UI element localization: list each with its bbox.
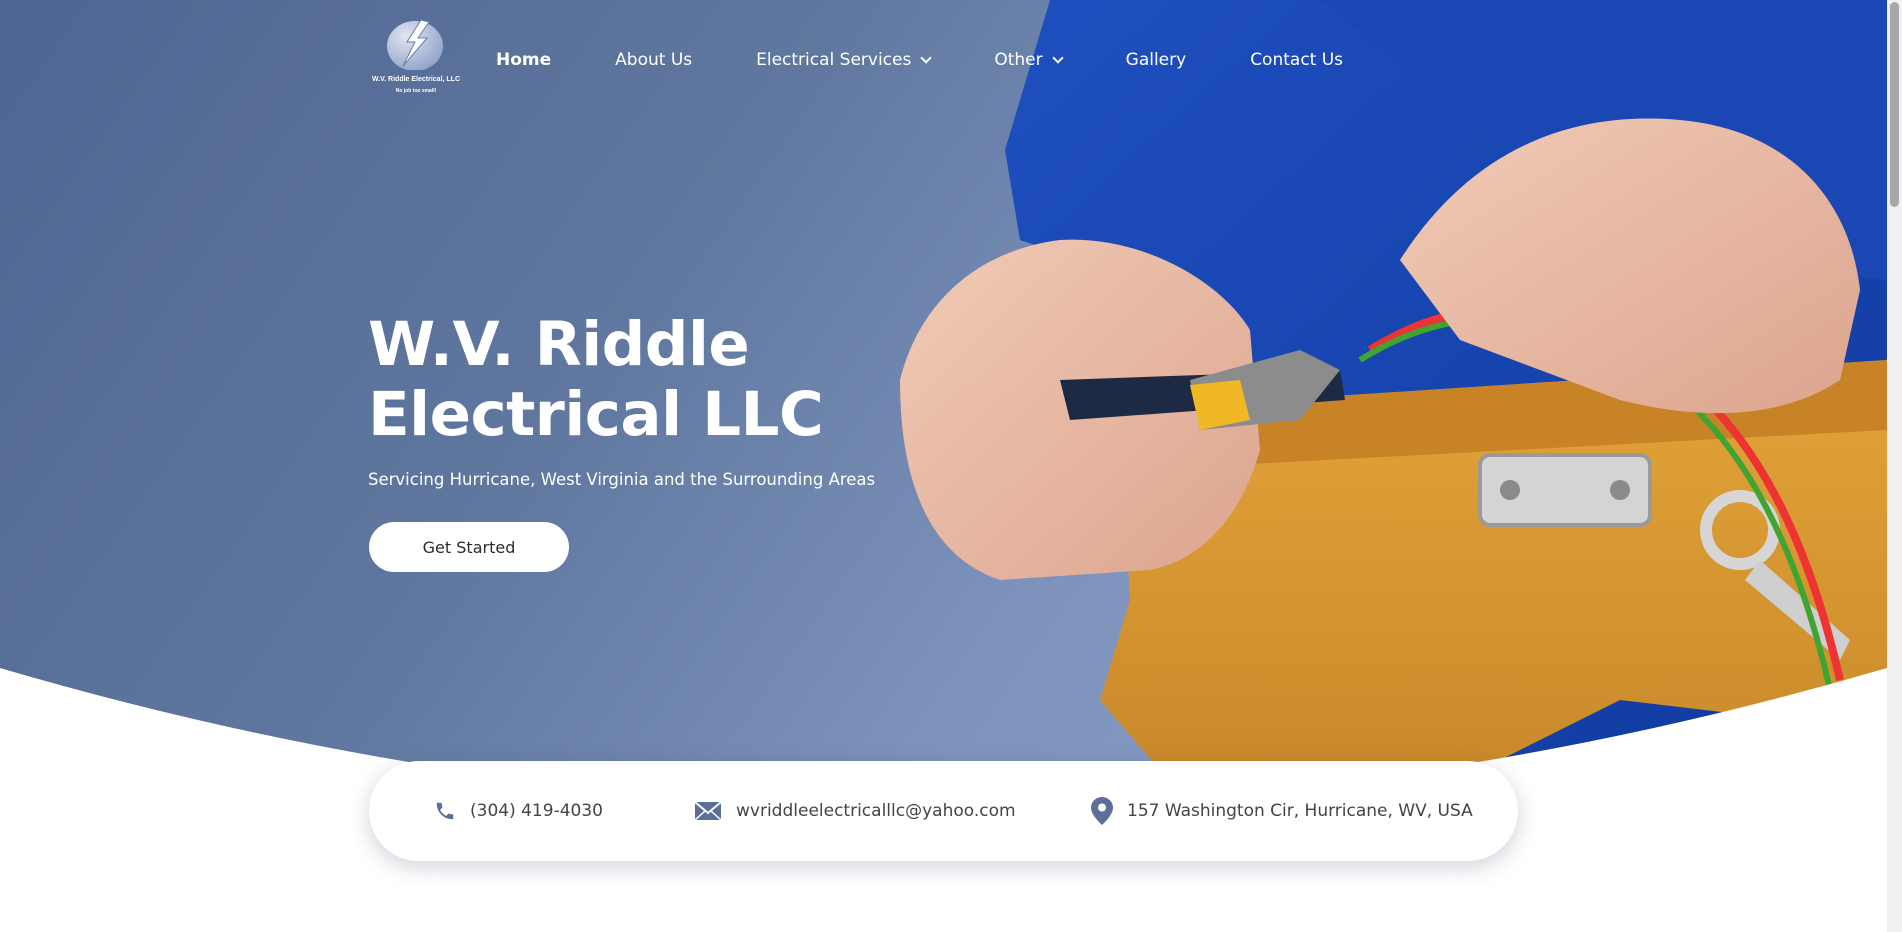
hero-title: W.V. Riddle Electrical LLC	[368, 310, 968, 450]
contact-phone-text: (304) 419-4030	[470, 801, 603, 821]
logo-tagline: No job too small!	[395, 88, 437, 94]
nav-gallery-label: Gallery	[1125, 50, 1187, 70]
nav-other[interactable]: Other	[994, 50, 1064, 70]
contact-address[interactable]: 157 Washington Cir, Hurricane, WV, USA	[1091, 761, 1473, 861]
nav-other-label: Other	[994, 50, 1043, 70]
nav-about-us-label: About Us	[615, 50, 693, 70]
envelope-icon	[694, 801, 722, 821]
nav-home[interactable]: Home	[496, 50, 551, 70]
page: W.V. Riddle Electrical, LLC No job too s…	[0, 0, 1887, 932]
nav-about-us[interactable]: About Us	[615, 50, 692, 70]
nav-electrical-services-label: Electrical Services	[756, 50, 912, 70]
contact-phone[interactable]: (304) 419-4030	[434, 761, 603, 861]
get-started-button[interactable]: Get Started	[369, 522, 569, 572]
nav-contact-us-label: Contact Us	[1250, 50, 1344, 70]
nav-gallery[interactable]: Gallery	[1126, 50, 1187, 70]
chevron-down-icon	[1051, 51, 1064, 64]
main-navigation: Home About Us Electrical Services Other …	[496, 48, 1343, 72]
phone-icon	[436, 802, 454, 820]
map-pin-icon	[1091, 797, 1113, 825]
logo-company-name: W.V. Riddle Electrical, LLC	[371, 76, 461, 83]
hero-subtitle: Servicing Hurricane, West Virginia and t…	[368, 470, 876, 489]
lightning-logo-icon	[387, 19, 443, 70]
contact-email-text: wvriddleelectricalllc@yahoo.com	[736, 801, 1016, 821]
page-scrollbar[interactable]	[1887, 0, 1902, 932]
chevron-down-icon	[920, 51, 933, 64]
contact-email[interactable]: wvriddleelectricalllc@yahoo.com	[694, 761, 1016, 861]
contact-info-bar: (304) 419-4030 wvriddleelectricalllc@yah…	[369, 761, 1518, 861]
nav-home-label: Home	[496, 50, 552, 70]
site-logo[interactable]: W.V. Riddle Electrical, LLC No job too s…	[368, 18, 464, 100]
hero-title-line1: W.V. Riddle	[368, 309, 750, 380]
nav-electrical-services[interactable]: Electrical Services	[756, 50, 933, 70]
nav-contact-us[interactable]: Contact Us	[1250, 50, 1343, 70]
hero-title-line2: Electrical LLC	[368, 379, 824, 450]
contact-address-text: 157 Washington Cir, Hurricane, WV, USA	[1127, 801, 1473, 821]
scrollbar-thumb[interactable]	[1890, 2, 1899, 207]
